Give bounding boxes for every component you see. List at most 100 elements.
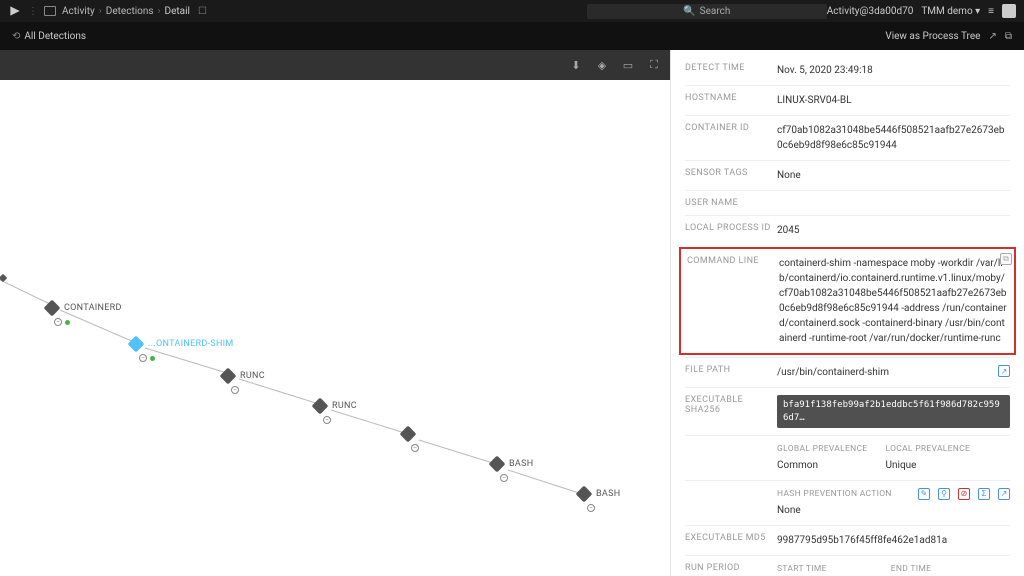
detail-value: containerd-shim -namespace moby -workdir… bbox=[779, 256, 1008, 346]
collapse-icon[interactable]: − bbox=[139, 354, 147, 362]
detail-label: SENSOR TAGS bbox=[685, 168, 771, 183]
process-node-bash-1[interactable]: BASH bbox=[491, 458, 533, 470]
process-node-status[interactable]: − bbox=[139, 354, 155, 362]
hexagon-icon bbox=[576, 486, 593, 503]
back-icon[interactable]: ⟲ bbox=[12, 31, 20, 42]
detail-row-file-path: FILE PATH /usr/bin/containerd-shim ↗ bbox=[685, 357, 1010, 387]
collapse-icon[interactable]: − bbox=[587, 504, 595, 512]
detail-value: cf70ab1082a31048be5446f508521aafb27e2673… bbox=[777, 123, 1010, 153]
fullscreen-icon[interactable]: ⛶ bbox=[646, 57, 662, 73]
detail-row-local-pid: LOCAL PROCESS ID 2045 bbox=[685, 215, 1010, 245]
detail-value: bfa91f138feb99af2b1eddbc5f61f986d782c959… bbox=[777, 395, 1010, 428]
status-dot-icon bbox=[150, 356, 155, 361]
header-divider: ⋮ bbox=[28, 6, 38, 17]
collapse-icon[interactable]: − bbox=[323, 416, 331, 424]
process-node-label: BASH bbox=[509, 459, 533, 469]
detail-label: RUN PERIOD bbox=[685, 563, 771, 576]
copy-icon[interactable]: ⧉ bbox=[1000, 253, 1012, 265]
detail-label: DETECT TIME bbox=[685, 63, 771, 78]
detail-row-command-line-highlight: COMMAND LINE containerd-shim -namespace … bbox=[679, 247, 1016, 355]
sha256-hash: bfa91f138feb99af2b1eddbc5f61f986d782c959… bbox=[777, 395, 1010, 428]
hexagon-icon bbox=[128, 336, 145, 353]
detail-label: LOCAL PROCESS ID bbox=[685, 223, 771, 238]
action-icon-3[interactable]: ⊘ bbox=[958, 488, 970, 500]
detail-row-sensor-tags: SENSOR TAGS None bbox=[685, 160, 1010, 190]
detail-row-prevalence: GLOBAL PREVALENCE Common LOCAL PREVALENC… bbox=[685, 435, 1010, 480]
search-input[interactable]: 🔍 Search bbox=[587, 4, 827, 19]
detail-value: 9987795d95b176f45ff8fe462e1ad81a bbox=[777, 533, 1010, 548]
process-node-root[interactable] bbox=[0, 275, 6, 281]
detail-row-run-period: RUN PERIOD START TIME Nov. 5, 2020 23:49… bbox=[685, 555, 1010, 576]
detail-label: HOSTNAME bbox=[685, 93, 771, 108]
detail-label: EXECUTABLE MD5 bbox=[685, 533, 771, 548]
process-node-label: RUNC bbox=[332, 401, 357, 411]
detail-row-detect-time: DETECT TIME Nov. 5, 2020 23:49:18 bbox=[685, 56, 1010, 85]
detail-label: EXECUTABLE SHA256 bbox=[685, 395, 771, 428]
action-icon-1[interactable]: ✎ bbox=[918, 488, 930, 500]
process-node-status[interactable]: − bbox=[500, 474, 508, 482]
account-label: Activity@3da00d70 bbox=[827, 6, 914, 17]
falcon-logo bbox=[8, 4, 22, 18]
hexagon-icon bbox=[0, 274, 7, 282]
detail-row-hostname: HOSTNAME LINUX-SRV04-BL bbox=[685, 85, 1010, 115]
process-node-runc-1[interactable]: RUNC bbox=[222, 370, 265, 382]
header-module-icon bbox=[44, 6, 56, 16]
hexagon-icon bbox=[489, 456, 506, 473]
layers-icon[interactable]: ◈ bbox=[594, 57, 610, 73]
bookmark-icon[interactable]: ☐ bbox=[198, 6, 207, 17]
avatar[interactable] bbox=[1002, 4, 1016, 18]
process-node-runc-2[interactable]: RUNC bbox=[314, 400, 357, 412]
canvas-toolbar: ⬇ ◈ ▭ ⛶ bbox=[0, 50, 670, 80]
detail-row-exec-sha256: EXECUTABLE SHA256 bfa91f138feb99af2b1edd… bbox=[685, 387, 1010, 435]
collapse-icon[interactable]: − bbox=[411, 444, 419, 452]
collapse-icon[interactable]: − bbox=[54, 318, 62, 326]
hexagon-icon bbox=[312, 398, 329, 415]
collapse-icon[interactable]: − bbox=[500, 474, 508, 482]
detail-value: 2045 bbox=[777, 223, 1010, 238]
breadcrumb-sep-icon: › bbox=[158, 6, 161, 17]
process-tree-canvas[interactable]: CONTAINERD − ...ONTAINERD-SHIM − RUNC − … bbox=[0, 80, 670, 576]
external-link-icon[interactable]: ↗ bbox=[998, 365, 1010, 377]
detail-label bbox=[685, 443, 771, 473]
detail-row-hash-prevention: HASH PREVENTION ACTION None ✎ ⚲ ⊘ Σ ↗ bbox=[685, 480, 1010, 525]
search-icon: 🔍 bbox=[683, 6, 695, 17]
action-icon-4[interactable]: Σ bbox=[978, 488, 990, 500]
status-dot-icon bbox=[65, 320, 70, 325]
process-node-status[interactable]: − bbox=[411, 444, 419, 452]
process-node-unlabeled-1[interactable] bbox=[402, 428, 414, 440]
hash-action-icons: ✎ ⚲ ⊘ Σ ↗ bbox=[918, 488, 1010, 500]
detail-label: FILE PATH bbox=[685, 365, 771, 380]
process-node-label: RUNC bbox=[240, 371, 265, 381]
demo-dropdown[interactable]: TMM demo ▾ bbox=[921, 6, 980, 17]
copy-icon[interactable]: ⧉ bbox=[1005, 31, 1012, 42]
header-icon-1[interactable]: ≡ bbox=[988, 6, 994, 17]
process-node-bash-2[interactable]: BASH bbox=[578, 488, 620, 500]
hexagon-icon bbox=[400, 426, 417, 443]
breadcrumb-detail: Detail bbox=[165, 6, 190, 17]
graph-edges bbox=[0, 80, 670, 576]
breadcrumb-activity[interactable]: Activity bbox=[62, 6, 95, 17]
global-prevalence-block: GLOBAL PREVALENCE Common bbox=[777, 443, 868, 473]
view-process-tree-link[interactable]: View as Process Tree bbox=[885, 31, 980, 42]
process-node-label: CONTAINERD bbox=[64, 303, 122, 313]
action-icon-2[interactable]: ⚲ bbox=[938, 488, 950, 500]
process-node-status[interactable]: − bbox=[54, 318, 70, 326]
external-link-icon[interactable]: ↗ bbox=[988, 31, 996, 42]
process-node-containerd-shim[interactable]: ...ONTAINERD-SHIM bbox=[130, 338, 234, 350]
all-detections-link[interactable]: All Detections bbox=[24, 31, 86, 42]
expand-icon[interactable]: ▭ bbox=[620, 57, 636, 73]
detail-value: LINUX-SRV04-BL bbox=[777, 93, 1010, 108]
download-icon[interactable]: ⬇ bbox=[568, 57, 584, 73]
process-node-status[interactable]: − bbox=[231, 386, 239, 394]
action-icon-5[interactable]: ↗ bbox=[998, 488, 1010, 500]
detail-value bbox=[777, 198, 1010, 208]
process-node-label: ...ONTAINERD-SHIM bbox=[148, 339, 234, 349]
details-panel: DETECT TIME Nov. 5, 2020 23:49:18 HOSTNA… bbox=[670, 50, 1024, 576]
process-node-status[interactable]: − bbox=[323, 416, 331, 424]
sub-header: ⟲ All Detections View as Process Tree ↗ … bbox=[0, 22, 1024, 50]
collapse-icon[interactable]: − bbox=[231, 386, 239, 394]
detail-row-user-name: USER NAME bbox=[685, 190, 1010, 215]
process-node-status[interactable]: − bbox=[587, 504, 595, 512]
process-node-containerd[interactable]: CONTAINERD bbox=[46, 302, 122, 314]
breadcrumb-detections[interactable]: Detections bbox=[106, 6, 154, 17]
